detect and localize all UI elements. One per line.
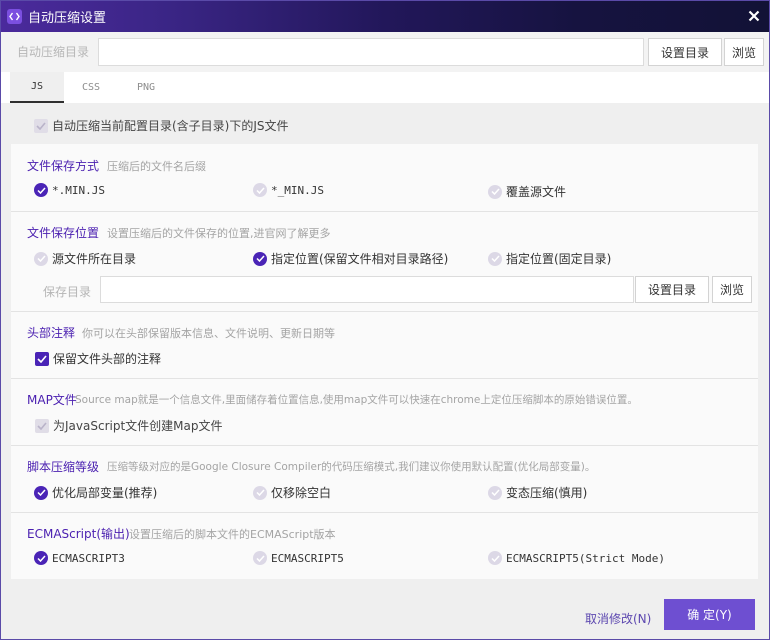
window-title: 自动压缩设置 [28, 11, 107, 26]
radio-unchecked-icon [34, 251, 48, 266]
cancel-button[interactable]: 取消修改(N) [585, 610, 651, 627]
radio-checked-icon [34, 183, 48, 197]
radio-unchecked-icon [488, 184, 502, 199]
radio-overwrite-source-label: 覆盖源文件 [506, 185, 567, 199]
code-brackets-icon [7, 9, 22, 24]
save-browse-button[interactable]: 浏览 [712, 276, 752, 303]
radio-source-dir[interactable]: 源文件所在目录 [34, 250, 136, 267]
radio-unchecked-icon [253, 183, 267, 197]
radio-unchecked-icon [253, 551, 267, 565]
file-save-mode-title: 文件保存方式 [27, 159, 100, 173]
file-save-location-title: 文件保存位置 [27, 226, 100, 240]
radio-checked-icon [253, 251, 267, 266]
radio-underscore-min-js[interactable]: *_MIN.JS [253, 183, 324, 197]
tab-css[interactable]: CSS [64, 72, 118, 103]
radio-specified-fixed-label: 指定位置(固定目录) [506, 252, 612, 266]
ecmascript-desc: 设置压缩后的脚本文件的ECMAScript版本 [129, 528, 336, 541]
keep-header-comment-label: 保留文件头部的注释 [53, 352, 162, 366]
tab-png[interactable]: PNG [119, 72, 173, 103]
file-save-location-section: 文件保存位置 设置压缩后的文件保存的位置,进官网了解更多 源文件所在目录 指定位… [11, 212, 758, 311]
compress-level-desc: 压缩等级对应的是Google Closure Compiler的代码压缩模式,我… [107, 461, 596, 473]
file-save-mode-desc: 压缩后的文件名后缀 [107, 160, 206, 173]
radio-unchecked-icon [253, 485, 267, 500]
radio-whitespace-only-label: 仅移除空白 [271, 486, 332, 500]
compress-dir-row: 自动压缩目录 设置目录 浏览 [1, 32, 769, 72]
keep-header-comment-checkbox[interactable]: 保留文件头部的注释 [35, 350, 161, 367]
radio-whitespace-only[interactable]: 仅移除空白 [253, 484, 331, 501]
save-set-dir-button[interactable]: 设置目录 [635, 276, 709, 303]
settings-panel: 自动压缩当前配置目录(含子目录)下的JS文件 文件保存方式 压缩后的文件名后缀 … [1, 103, 769, 584]
map-file-desc: Source map就是一个信息文件,里面储存着位置信息,使用map文件可以快速… [75, 394, 638, 406]
file-save-location-desc: 设置压缩后的文件保存的位置,进官网了解更多 [107, 227, 331, 240]
compress-level-section: 脚本压缩等级 压缩等级对应的是Google Closure Compiler的代… [11, 446, 758, 512]
create-map-file-label: 为JavaScript文件创建Map文件 [53, 419, 223, 433]
map-file-section: MAP文件 Source map就是一个信息文件,里面储存着位置信息,使用map… [11, 379, 758, 445]
close-icon[interactable] [745, 7, 763, 25]
ok-button[interactable]: 确 定(Y) [664, 599, 755, 630]
radio-es3[interactable]: ECMASCRIPT3 [34, 551, 125, 565]
title-bar[interactable]: 自动压缩设置 [1, 1, 769, 32]
create-map-file-checkbox[interactable]: 为JavaScript文件创建Map文件 [35, 417, 222, 434]
radio-advanced-label: 变态压缩(慎用) [506, 486, 588, 500]
ecmascript-section: ECMAScript(输出) 设置压缩后的脚本文件的ECMAScript版本 E… [11, 513, 758, 579]
compress-level-title: 脚本压缩等级 [27, 460, 100, 474]
header-comment-title: 头部注释 [27, 326, 76, 340]
set-dir-button[interactable]: 设置目录 [648, 38, 722, 66]
radio-checked-icon [34, 551, 48, 565]
tab-bar: JS CSS PNG [1, 72, 769, 103]
tab-js[interactable]: JS [10, 72, 64, 103]
settings-dialog: 自动压缩设置 自动压缩目录 设置目录 浏览 JS CSS PNG 自动压缩当前配… [0, 0, 770, 640]
compress-dir-input[interactable] [98, 38, 644, 66]
auto-compress-checkbox[interactable]: 自动压缩当前配置目录(含子目录)下的JS文件 [34, 117, 289, 134]
radio-unchecked-icon [488, 485, 502, 500]
map-file-title: MAP文件 [27, 393, 77, 407]
radio-source-dir-label: 源文件所在目录 [52, 252, 137, 266]
header-comment-section: 头部注释 你可以在头部保留版本信息、文件说明、更新日期等 保留文件头部的注释 [11, 312, 758, 378]
radio-optimize-locals-label: 优化局部变量(推荐) [52, 486, 158, 500]
radio-es3-label: ECMASCRIPT3 [52, 551, 125, 565]
radio-min-js-label: *.MIN.JS [52, 183, 105, 197]
radio-specified-relative-label: 指定位置(保留文件相对目录路径) [271, 252, 449, 266]
radio-es5-strict-label: ECMASCRIPT5(Strict Mode) [506, 551, 665, 565]
radio-unchecked-icon [488, 551, 502, 565]
radio-specified-relative[interactable]: 指定位置(保留文件相对目录路径) [253, 250, 448, 267]
radio-checked-icon [34, 485, 48, 500]
compress-dir-label: 自动压缩目录 [17, 45, 90, 59]
radio-specified-fixed[interactable]: 指定位置(固定目录) [488, 250, 611, 267]
checkbox-checked-icon [35, 351, 49, 366]
radio-unchecked-icon [488, 251, 502, 266]
radio-advanced[interactable]: 变态压缩(慎用) [488, 484, 587, 501]
file-save-mode-section: 文件保存方式 压缩后的文件名后缀 *.MIN.JS *_MIN.JS 覆盖源文件 [11, 144, 758, 211]
save-dir-input[interactable] [100, 276, 634, 303]
save-dir-label: 保存目录 [43, 285, 92, 299]
radio-optimize-locals[interactable]: 优化局部变量(推荐) [34, 484, 157, 501]
radio-es5-label: ECMASCRIPT5 [271, 551, 344, 565]
checkbox-checked-icon [34, 118, 48, 133]
header-comment-desc: 你可以在头部保留版本信息、文件说明、更新日期等 [82, 327, 335, 340]
radio-overwrite-source[interactable]: 覆盖源文件 [488, 183, 566, 200]
checkbox-checked-icon [35, 418, 49, 433]
browse-button[interactable]: 浏览 [724, 38, 764, 66]
ecmascript-title: ECMAScript(输出) [27, 527, 130, 541]
auto-compress-label: 自动压缩当前配置目录(含子目录)下的JS文件 [52, 119, 289, 133]
radio-es5[interactable]: ECMASCRIPT5 [253, 551, 344, 565]
dialog-footer: 取消修改(N) 确 定(Y) [1, 584, 769, 639]
radio-es5-strict[interactable]: ECMASCRIPT5(Strict Mode) [488, 551, 665, 565]
radio-min-js[interactable]: *.MIN.JS [34, 183, 105, 197]
radio-underscore-min-js-label: *_MIN.JS [271, 183, 324, 197]
